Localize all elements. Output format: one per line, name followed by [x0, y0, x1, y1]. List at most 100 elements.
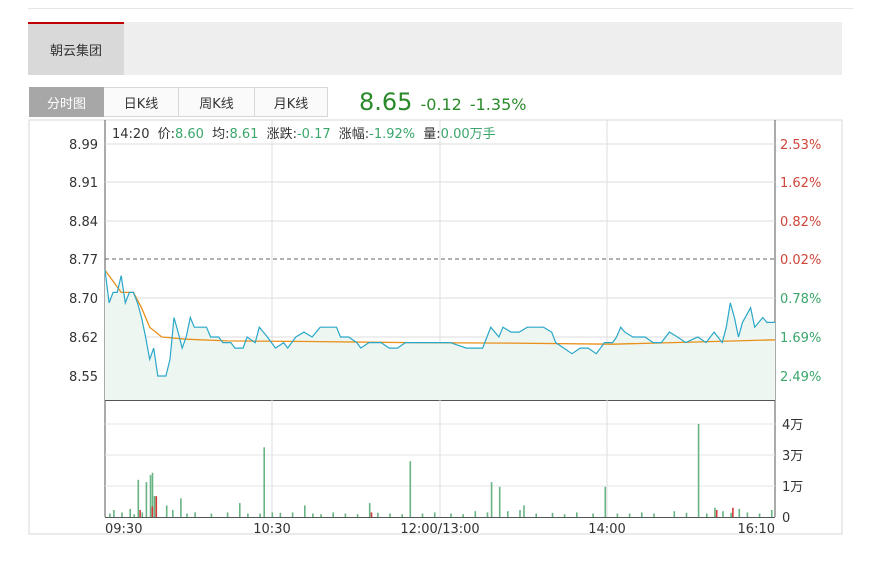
volume-tick-label: 1万: [782, 480, 803, 495]
volume-bar: [141, 512, 144, 517]
right-pct-label: 1.62%: [780, 176, 821, 191]
y-tick-label: 8.70: [69, 292, 98, 307]
y-tick-label: 8.77: [69, 253, 98, 268]
intraday-chart: 8.99 8.91 8.84 8.77 8.70 8.62 8.55 2.53% 1.62% 0.…: [28, 119, 843, 537]
volume-bar: [706, 513, 708, 517]
volume-bar: [714, 507, 716, 517]
volume-bar: [259, 513, 261, 517]
volume-bar: [153, 496, 156, 517]
volume-bar: [697, 424, 700, 517]
info-change: -0.17: [297, 127, 331, 142]
volume-bar-red: [151, 506, 154, 517]
y-tick-label: 8.55: [69, 370, 98, 385]
volume-bar-red: [139, 510, 141, 517]
volume-bar: [332, 512, 334, 517]
volume-bar: [758, 513, 761, 517]
volume-bar: [271, 512, 274, 517]
volume-bar: [490, 482, 493, 517]
volume-bar: [226, 512, 229, 517]
volume-bar: [344, 513, 347, 517]
volume-bar: [186, 513, 188, 517]
info-time: 14:20: [112, 127, 149, 142]
info-pct-label: 涨幅:: [339, 127, 369, 142]
volume-bar: [194, 512, 196, 517]
y-tick-label: 8.91: [69, 176, 98, 191]
volume-bar: [263, 447, 265, 518]
volume-bar: [172, 510, 174, 517]
volume-bar: [551, 512, 554, 517]
volume-bar: [320, 514, 322, 517]
volume-bar: [498, 486, 501, 517]
y-tick-label: 8.84: [69, 215, 98, 230]
volume-bar: [685, 512, 688, 517]
volume-bar: [450, 513, 452, 517]
x-tick-label: 12:00/13:00: [400, 522, 479, 537]
volume-bar: [421, 513, 424, 517]
info-price-label: 价:: [158, 127, 175, 142]
right-pct-label: 2.53%: [780, 138, 821, 153]
volume-bar: [247, 513, 249, 517]
info-price: 8.60: [175, 127, 204, 142]
y-tick-label: 8.62: [69, 331, 98, 346]
volume-bar: [592, 513, 594, 517]
volume-bar-red: [155, 496, 158, 517]
volume-bar: [628, 513, 631, 517]
volume-bar: [519, 510, 521, 517]
right-pct-label: 0.78%: [780, 292, 821, 307]
volume-bar: [462, 514, 464, 517]
volume-bar: [121, 512, 123, 517]
volume-bar: [356, 514, 359, 517]
volume-bar: [312, 513, 314, 517]
volume-bar: [239, 503, 241, 517]
volume-bar: [401, 514, 403, 517]
info-avg: 8.61: [229, 127, 258, 142]
volume-bar: [109, 513, 111, 517]
volume-bar: [409, 461, 412, 517]
info-avg-label: 均:: [212, 127, 229, 142]
info-change-label: 涨跌:: [267, 126, 297, 142]
volume-bar: [304, 505, 306, 517]
volume-bar: [279, 512, 282, 517]
volume-bar: [616, 513, 619, 517]
x-tick-label: 09:30: [105, 522, 142, 537]
volume-bar: [770, 510, 773, 517]
volume-bar: [133, 514, 135, 517]
volume-bar: [535, 513, 537, 517]
volume-bar: [523, 505, 525, 517]
volume-bar-red: [732, 507, 734, 517]
x-tick-label: 10:30: [253, 522, 290, 537]
volume-bar: [486, 512, 489, 517]
volume-bar: [129, 508, 131, 517]
volume-bar: [563, 514, 566, 517]
volume-bar: [377, 512, 379, 517]
x-tick-label: 16:10: [738, 522, 775, 537]
volume-bar-red: [715, 510, 718, 517]
right-pct-label: 1.69%: [780, 331, 821, 346]
volume-bar: [641, 512, 643, 517]
volume-bar: [722, 511, 724, 517]
volume-bar: [604, 486, 607, 517]
volume-tick-label: 3万: [782, 449, 803, 464]
volume-bar: [113, 510, 115, 517]
volume-bar: [507, 511, 509, 517]
volume-bar: [738, 508, 741, 517]
volume-bar: [291, 512, 294, 517]
volume-tick-label: 4万: [782, 418, 803, 433]
y-tick-label: 8.99: [69, 138, 98, 153]
info-pct: -1.92%: [369, 127, 415, 142]
right-pct-label: 0.02%: [780, 253, 821, 268]
info-vol-label: 量:: [423, 127, 440, 142]
volume-bar: [149, 475, 152, 517]
volume-bar: [145, 482, 148, 517]
volume-bar: [673, 511, 676, 517]
right-pct-label: 2.49%: [780, 370, 821, 385]
volume-bar: [210, 513, 213, 517]
info-line: 14:20 价:8.60 均:8.61 涨跌:-0.17 涨幅:-1.92% 量…: [112, 126, 496, 142]
volume-bar: [746, 512, 749, 517]
volume-bar: [576, 512, 578, 517]
volume-bar-red: [370, 512, 373, 517]
volume-tick-label: 0: [782, 511, 790, 526]
volume-bar: [474, 511, 477, 517]
volume-bar: [368, 503, 371, 517]
volume-bar: [389, 513, 391, 517]
